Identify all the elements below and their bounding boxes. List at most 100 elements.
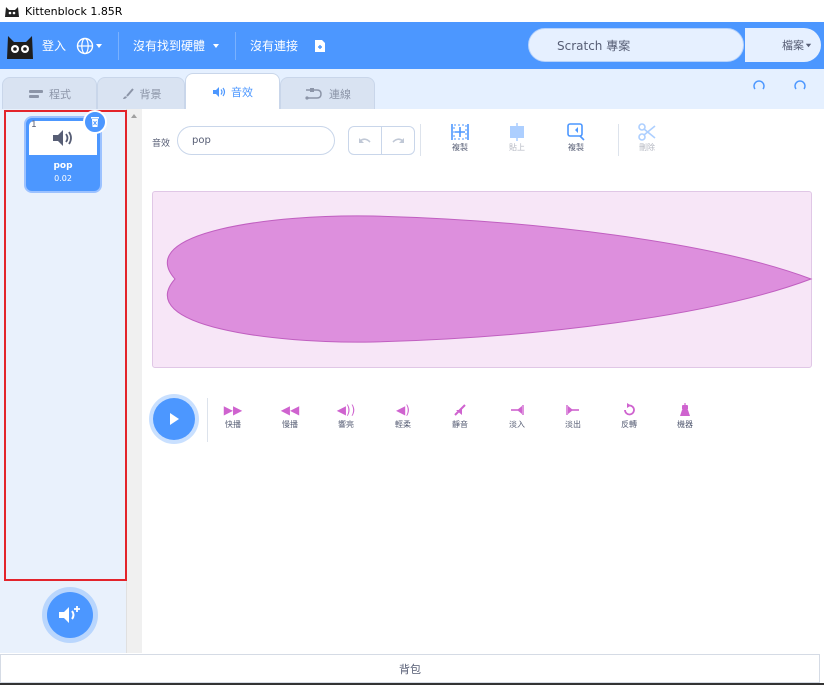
effect-mute-button[interactable]: 靜音 — [443, 401, 477, 430]
effect-louder-button[interactable]: ◀)) 響亮 — [329, 401, 363, 430]
sound-item-duration: 0.02 — [54, 174, 72, 183]
menu-bar: 登入 沒有找到硬體 沒有連接 Scratch 專案 檔案 — [0, 22, 824, 69]
effect-slower-button[interactable]: ◀◀ 慢播 — [273, 401, 307, 430]
effect-fade-in-label: 淡入 — [509, 420, 525, 429]
copy-button[interactable]: 複製 — [440, 122, 480, 158]
effect-louder-label: 響亮 — [338, 420, 354, 429]
tab-sounds-label: 音效 — [231, 85, 253, 99]
effect-softer-label: 輕柔 — [395, 420, 411, 429]
menu-divider — [235, 31, 237, 60]
effect-mute-label: 靜音 — [452, 420, 468, 429]
mute-icon — [453, 401, 467, 419]
file-icon — [315, 39, 326, 52]
effect-faster-label: 快播 — [225, 420, 241, 429]
waveform-graphic — [166, 215, 813, 343]
sound-item-index: 1 — [31, 120, 37, 130]
fade-in-icon — [510, 401, 524, 419]
toolbar-divider — [420, 124, 421, 156]
softer-icon: ◀) — [396, 403, 410, 417]
toolbar-divider — [618, 124, 619, 156]
caret-down-icon — [805, 43, 812, 47]
undo-button[interactable] — [348, 126, 382, 155]
window-titlebar: Kittenblock 1.85R — [0, 0, 824, 22]
sound-list-scrollbar[interactable] — [126, 109, 142, 653]
tab-connection-label: 連線 — [329, 87, 351, 101]
tab-backdrops[interactable]: 背景 — [97, 77, 185, 109]
scissors-icon — [638, 123, 656, 141]
language-menu[interactable] — [76, 37, 104, 55]
speaker-icon — [213, 86, 226, 97]
kittenblock-logo-icon[interactable] — [4, 30, 36, 62]
add-sound-button[interactable] — [47, 592, 93, 638]
effect-softer-button[interactable]: ◀) 輕柔 — [386, 401, 420, 430]
waveform-area[interactable] — [152, 191, 813, 368]
redo-button[interactable] — [381, 126, 415, 155]
copy-to-new-button[interactable]: 複製 — [556, 122, 596, 158]
sound-item-name: pop — [53, 161, 73, 171]
effect-fade-in-button[interactable]: 淡入 — [500, 401, 534, 430]
play-icon — [170, 413, 179, 425]
connection-status[interactable]: 沒有連接 — [250, 37, 298, 54]
paste-button[interactable]: 貼上 — [497, 122, 537, 158]
robot-icon — [678, 401, 692, 419]
copy-to-new-icon — [567, 123, 585, 141]
rotate-left-icon[interactable] — [752, 80, 766, 94]
hardware-menu-label: 沒有找到硬體 — [133, 39, 206, 53]
file-menu[interactable]: 檔案 — [745, 28, 821, 62]
cat-logo-icon — [5, 7, 19, 17]
speaker-icon — [53, 130, 72, 146]
tab-code-label: 程式 — [49, 87, 71, 101]
menu-divider — [118, 31, 120, 60]
globe-icon — [76, 37, 94, 54]
play-button[interactable] — [153, 398, 195, 440]
effects-divider — [207, 398, 208, 442]
delete-sound-button[interactable] — [83, 110, 107, 134]
scroll-up-arrow-icon[interactable] — [130, 113, 138, 119]
save-file-button[interactable] — [314, 39, 326, 53]
reverse-icon — [622, 401, 636, 419]
rotate-right-icon[interactable] — [793, 80, 807, 94]
copy-button-label: 複製 — [452, 143, 468, 152]
undo-icon — [359, 137, 371, 143]
delete-button-label: 刪除 — [639, 143, 655, 152]
login-button[interactable]: 登入 — [42, 37, 66, 54]
louder-icon: ◀)) — [336, 403, 356, 417]
paste-button-label: 貼上 — [509, 143, 525, 152]
paste-icon — [510, 123, 524, 141]
trash-icon — [91, 117, 99, 127]
project-title-input[interactable]: Scratch 專案 — [528, 28, 744, 62]
backpack-bar[interactable]: 背包 — [0, 654, 820, 683]
backpack-label: 背包 — [399, 662, 421, 676]
redo-icon — [392, 137, 404, 143]
hardware-menu[interactable]: 沒有找到硬體 — [133, 37, 221, 54]
paintbrush-icon — [122, 87, 134, 99]
sound-name-label: 音效 — [152, 139, 171, 149]
tab-code[interactable]: 程式 — [2, 77, 97, 109]
effect-slower-label: 慢播 — [282, 420, 298, 429]
effect-faster-button[interactable]: ▶▶ 快播 — [216, 401, 250, 430]
rewind-icon: ◀◀ — [280, 403, 300, 417]
effect-robot-label: 機器 — [677, 420, 693, 429]
fade-out-icon — [566, 401, 580, 419]
effect-robot-button[interactable]: 機器 — [668, 401, 702, 430]
effect-fade-out-label: 淡出 — [565, 420, 581, 429]
caret-down-icon — [96, 43, 103, 48]
add-sound-icon — [59, 606, 80, 623]
file-menu-label: 檔案 — [782, 39, 804, 52]
tab-backdrops-label: 背景 — [139, 87, 162, 101]
sound-name-input[interactable] — [177, 126, 335, 155]
copy-to-new-button-label: 複製 — [568, 143, 584, 152]
delete-button[interactable]: 刪除 — [627, 122, 667, 158]
tab-sounds[interactable]: 音效 — [185, 73, 280, 109]
copy-icon — [451, 124, 469, 140]
caret-down-icon — [213, 43, 220, 48]
effect-reverse-label: 反轉 — [621, 420, 637, 429]
editor-tabs: 程式 背景 音效 連線 — [0, 69, 824, 109]
connection-icon — [305, 87, 322, 100]
fast-forward-icon: ▶▶ — [223, 403, 243, 417]
effect-fade-out-button[interactable]: 淡出 — [556, 401, 590, 430]
tab-connection[interactable]: 連線 — [280, 77, 375, 109]
code-blocks-icon — [29, 89, 43, 98]
effect-reverse-button[interactable]: 反轉 — [612, 401, 646, 430]
window-title: Kittenblock 1.85R — [25, 4, 123, 18]
